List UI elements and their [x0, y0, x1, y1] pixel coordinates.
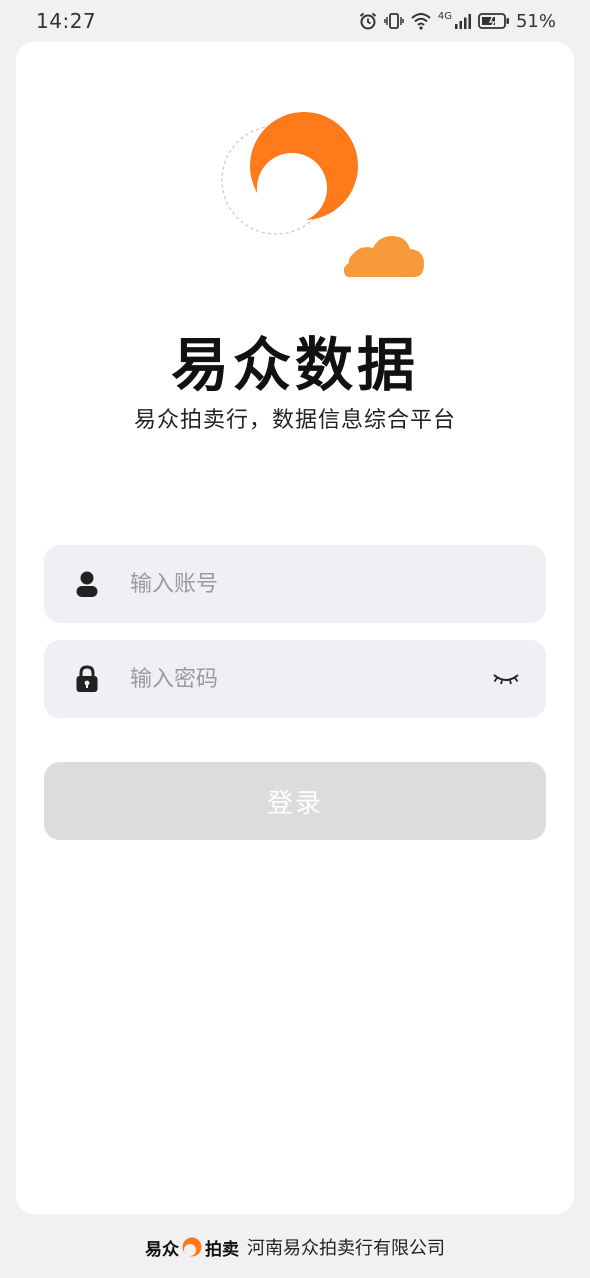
footer: 易众 拍卖 河南易众拍卖行有限公司 — [0, 1232, 590, 1262]
network-label: 4G — [437, 10, 452, 22]
login-button[interactable]: 登录 — [44, 762, 546, 840]
alarm-icon — [359, 12, 376, 30]
footer-logo: 易众 拍卖 — [145, 1235, 239, 1260]
wifi-icon — [411, 13, 431, 30]
signal-icon — [454, 14, 471, 29]
username-field[interactable] — [44, 545, 546, 623]
vibrate-icon — [384, 13, 404, 29]
status-icons: 4G 51% — [358, 11, 556, 32]
battery-percent: 51% — [515, 10, 556, 32]
login-card: 易众数据 易众拍卖行，数据信息综合平台 登录 — [16, 42, 574, 1214]
user-icon — [72, 569, 102, 599]
eye-closed-icon[interactable] — [492, 668, 520, 690]
password-input[interactable] — [130, 666, 470, 692]
lock-icon — [72, 664, 102, 694]
username-input[interactable] — [130, 571, 470, 597]
footer-brand-text-1: 易众 — [145, 1239, 179, 1260]
footer-logo-icon — [182, 1237, 202, 1257]
footer-company-name: 河南易众拍卖行有限公司 — [247, 1238, 445, 1259]
status-bar: 14:27 4G 51% — [0, 0, 590, 42]
battery-icon — [478, 13, 509, 29]
app-subtitle: 易众拍卖行，数据信息综合平台 — [133, 408, 456, 433]
password-field[interactable] — [44, 640, 546, 718]
status-time: 14:27 — [36, 9, 97, 33]
footer-brand-text-2: 拍卖 — [205, 1239, 239, 1260]
app-title: 易众数据 — [170, 331, 419, 399]
app-logo-icon — [221, 112, 424, 277]
